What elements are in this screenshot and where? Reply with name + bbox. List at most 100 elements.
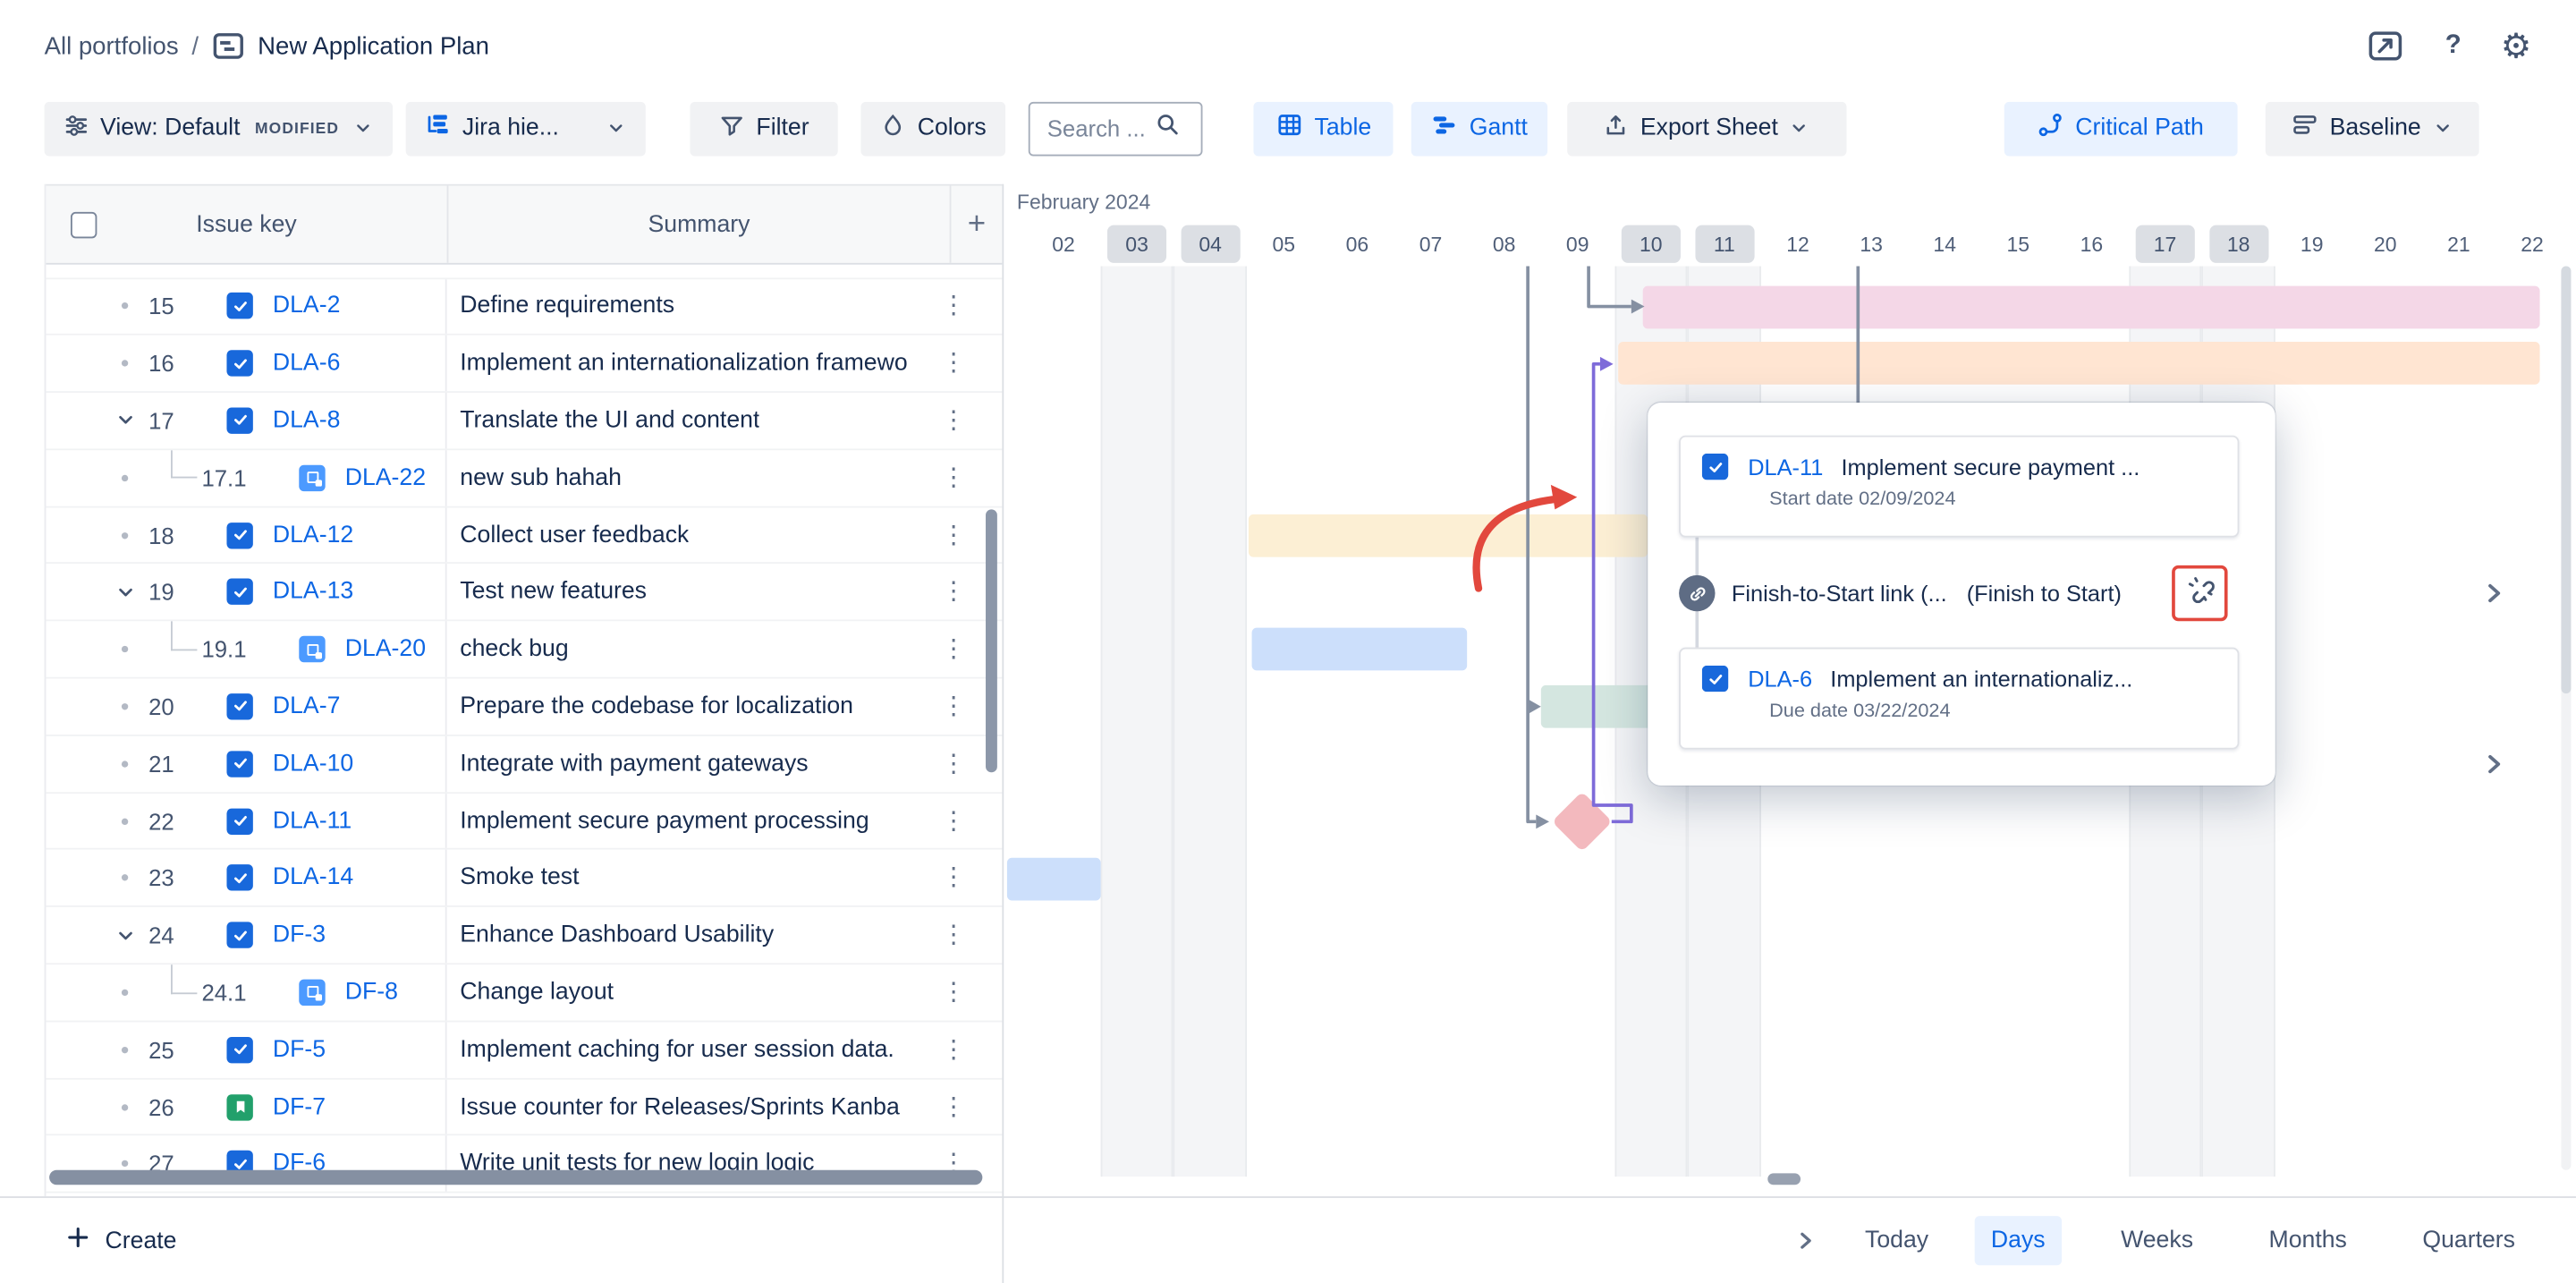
- issue-key-link[interactable]: DLA-8: [273, 407, 341, 433]
- settings-gear-icon[interactable]: ⚙: [2501, 29, 2532, 64]
- gantt-vertical-scrollbar[interactable]: [2561, 267, 2571, 1170]
- table-row[interactable]: 24.1DF-8Change layout⋮: [46, 964, 1002, 1022]
- filter-button[interactable]: Filter: [691, 101, 838, 156]
- colors-button[interactable]: Colors: [861, 101, 1006, 156]
- gantt-view-button[interactable]: Gantt: [1412, 101, 1547, 156]
- milestone-diamond[interactable]: [1552, 792, 1613, 853]
- zoom-quarters-button[interactable]: Quarters: [2406, 1216, 2531, 1265]
- export-sheet-label: Export Sheet: [1640, 115, 1778, 141]
- today-button[interactable]: Today: [1865, 1228, 1928, 1253]
- issue-key-link[interactable]: DF-3: [273, 922, 326, 948]
- create-button[interactable]: Create: [65, 1225, 176, 1256]
- critical-path-button[interactable]: Critical Path: [2004, 101, 2238, 156]
- summary-cell: Implement secure payment processing⋮: [447, 794, 1003, 849]
- issue-key-link[interactable]: DLA-22: [345, 464, 426, 490]
- row-menu-button[interactable]: ⋮: [941, 809, 966, 834]
- breadcrumb-all-portfolios[interactable]: All portfolios: [45, 32, 179, 60]
- gantt-horizontal-scrollbar[interactable]: [1767, 1173, 1801, 1185]
- issue-key-link[interactable]: DLA-10: [273, 751, 353, 777]
- table-row[interactable]: 15DLA-2Define requirements⋮: [46, 278, 1002, 336]
- issue-key-link[interactable]: DLA-6: [1748, 667, 1812, 692]
- issue-key-link[interactable]: DLA-14: [273, 865, 353, 891]
- row-menu-button[interactable]: ⋮: [941, 523, 966, 548]
- row-menu-button[interactable]: ⋮: [941, 351, 966, 376]
- gantt-bar[interactable]: [1007, 857, 1100, 900]
- baseline-button[interactable]: Baseline: [2266, 101, 2479, 156]
- view-selector-button[interactable]: View: Default MODIFIED: [45, 101, 394, 156]
- table-row[interactable]: 19.1DLA-20check bug⋮: [46, 622, 1002, 679]
- issue-key-link[interactable]: DF-8: [345, 980, 398, 1006]
- collapse-chevron-icon[interactable]: [112, 582, 138, 603]
- table-row[interactable]: 26DF-7Issue counter for Releases/Sprints…: [46, 1079, 1002, 1136]
- gantt-bar[interactable]: [1618, 343, 2539, 386]
- row-menu-button[interactable]: ⋮: [941, 923, 966, 948]
- hierarchy-selector-button[interactable]: Jira hie...: [406, 101, 646, 156]
- issue-key-cell: 25DF-5: [46, 1022, 446, 1077]
- table-row[interactable]: 24DF-3Enhance Dashboard Usability⋮: [46, 907, 1002, 964]
- expand-row-chevron[interactable]: [2479, 750, 2509, 787]
- table-vertical-scrollbar[interactable]: [986, 509, 997, 772]
- table-row[interactable]: 19DLA-13Test new features⋮: [46, 565, 1002, 622]
- table-row[interactable]: 16DLA-6Implement an internationalization…: [46, 336, 1002, 393]
- issue-key-link[interactable]: DLA-12: [273, 522, 353, 548]
- issue-summary: Issue counter for Releases/Sprints Kanba: [460, 1093, 899, 1119]
- row-menu-button[interactable]: ⋮: [941, 1037, 966, 1062]
- search-input[interactable]: [1047, 115, 1156, 141]
- row-menu-button[interactable]: ⋮: [941, 637, 966, 662]
- link-source-card[interactable]: DLA-11 Implement secure payment ... Star…: [1679, 436, 2239, 538]
- fullscreen-icon[interactable]: [2367, 26, 2406, 65]
- row-menu-button[interactable]: ⋮: [941, 752, 966, 777]
- issue-key-link[interactable]: DLA-11: [273, 808, 352, 834]
- collapse-chevron-icon[interactable]: [112, 410, 138, 431]
- table-row[interactable]: 17.1DLA-22new sub hahah⋮: [46, 450, 1002, 507]
- gantt-bar[interactable]: [1644, 285, 2540, 328]
- table-row[interactable]: 27DF-6Write unit tests for new login log…: [46, 1136, 1002, 1194]
- table-row[interactable]: 17DLA-8Translate the UI and content⋮: [46, 393, 1002, 450]
- help-icon[interactable]: ?: [2445, 31, 2462, 61]
- table-row[interactable]: 22DLA-11Implement secure payment process…: [46, 794, 1002, 851]
- row-menu-button[interactable]: ⋮: [941, 694, 966, 719]
- column-header-issue-key[interactable]: Issue key: [46, 211, 446, 237]
- row-menu-button[interactable]: ⋮: [941, 408, 966, 433]
- row-menu-button[interactable]: ⋮: [941, 1094, 966, 1119]
- column-header-summary[interactable]: Summary: [447, 186, 950, 263]
- table-horizontal-scrollbar[interactable]: [49, 1170, 982, 1185]
- zoom-months-button[interactable]: Months: [2252, 1216, 2363, 1265]
- gantt-bar[interactable]: [1541, 685, 1665, 728]
- timeline-nav-chevron[interactable]: [1792, 1228, 1818, 1253]
- issue-key-link[interactable]: DLA-2: [273, 293, 341, 319]
- table-row[interactable]: 23DLA-14Smoke test⋮: [46, 850, 1002, 907]
- row-menu-button[interactable]: ⋮: [941, 465, 966, 490]
- select-all-checkbox[interactable]: [71, 211, 97, 237]
- issue-key-link[interactable]: DLA-11: [1748, 455, 1823, 480]
- link-target-card[interactable]: DLA-6 Implement an internationaliz... Du…: [1679, 648, 2239, 750]
- table-row[interactable]: 21DLA-10Integrate with payment gateways⋮: [46, 736, 1002, 794]
- export-sheet-button[interactable]: Export Sheet: [1567, 101, 1846, 156]
- issue-key-link[interactable]: DLA-7: [273, 693, 341, 719]
- expand-row-chevron[interactable]: [2479, 579, 2509, 616]
- row-menu-button[interactable]: ⋮: [941, 981, 966, 1006]
- issue-key-link[interactable]: DLA-6: [273, 351, 341, 377]
- gantt-bar[interactable]: [1249, 514, 1648, 557]
- zoom-weeks-button[interactable]: Weeks: [2105, 1216, 2210, 1265]
- issue-key-link[interactable]: DLA-13: [273, 579, 353, 605]
- issue-summary: Implement an internationalization framew…: [460, 351, 907, 377]
- table-view-button[interactable]: Table: [1254, 101, 1394, 156]
- collapse-chevron-icon[interactable]: [112, 924, 138, 946]
- gantt-bar[interactable]: [1251, 628, 1467, 671]
- table-row[interactable]: 25DF-5Implement caching for user session…: [46, 1022, 1002, 1079]
- row-menu-button[interactable]: ⋮: [941, 294, 966, 319]
- table-row[interactable]: 20DLA-7Prepare the codebase for localiza…: [46, 679, 1002, 736]
- add-column-button[interactable]: +: [950, 186, 1003, 263]
- unlink-icon[interactable]: [2186, 575, 2214, 611]
- issue-key-cell: 19.1DLA-20: [46, 622, 446, 677]
- row-menu-button[interactable]: ⋮: [941, 866, 966, 891]
- row-number: 20: [138, 693, 174, 719]
- search-icon[interactable]: [1156, 112, 1181, 145]
- issue-key-link[interactable]: DLA-20: [345, 636, 426, 662]
- table-row[interactable]: 18DLA-12Collect user feedback⋮: [46, 507, 1002, 565]
- issue-key-link[interactable]: DF-5: [273, 1036, 326, 1062]
- zoom-days-button[interactable]: Days: [1975, 1216, 2062, 1265]
- row-menu-button[interactable]: ⋮: [941, 580, 966, 605]
- issue-key-link[interactable]: DF-7: [273, 1093, 326, 1119]
